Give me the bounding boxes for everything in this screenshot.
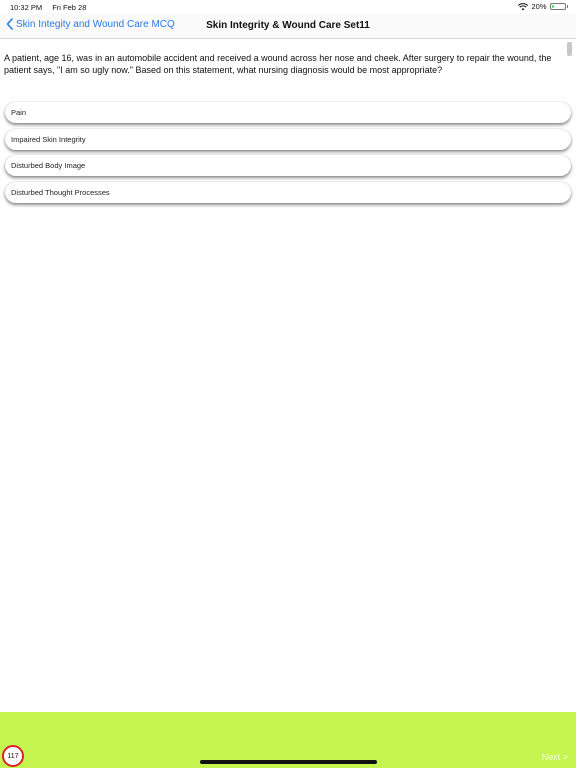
status-right: 20%	[518, 2, 568, 11]
wifi-icon	[518, 2, 529, 10]
status-date: Fri Feb 28	[52, 3, 87, 12]
answer-option-1[interactable]: Pain	[5, 102, 571, 123]
question-counter-badge: 117	[2, 745, 24, 767]
answer-option-4[interactable]: Disturbed Thought Processes	[5, 181, 571, 203]
question-text: A patient, age 16, was in an automobile …	[4, 53, 552, 75]
next-button[interactable]: Next >	[542, 752, 568, 762]
answer-option-2[interactable]: Impaired Skin Integrity	[5, 128, 571, 150]
navigation-bar: Skin Integity and Wound Care MCQ Skin In…	[0, 14, 576, 39]
home-indicator	[200, 760, 377, 764]
battery-percent: 20%	[531, 2, 547, 11]
battery-icon	[549, 3, 566, 10]
battery-fill	[551, 5, 554, 8]
answer-options: Pain Impaired Skin Integrity Disturbed B…	[5, 102, 571, 208]
battery-cap	[566, 5, 568, 8]
scroll-indicator[interactable]	[567, 42, 572, 56]
status-bar: 10:32 PM Fri Feb 28 20%	[0, 0, 576, 14]
answer-option-3[interactable]: Disturbed Body Image	[5, 155, 571, 176]
status-time: 10:32 PM	[10, 3, 43, 12]
page-title: Skin Integrity & Wound Care Set11	[206, 20, 370, 31]
status-left: 10:32 PM Fri Feb 28	[10, 3, 94, 12]
